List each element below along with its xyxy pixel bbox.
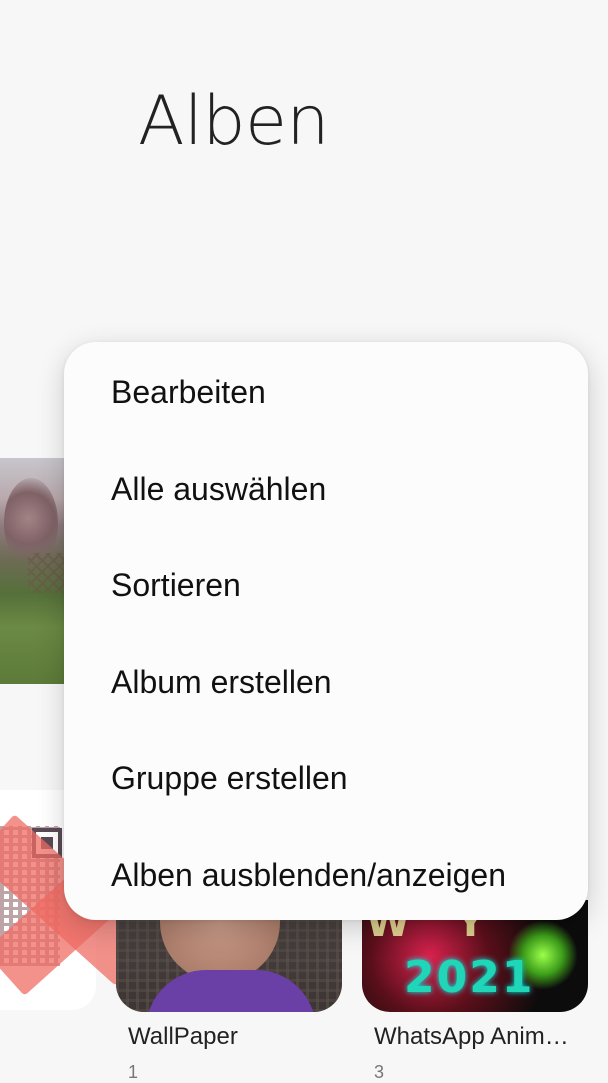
menu-item-hide-show-albums[interactable]: Alben ausblenden/anzeigen [64, 827, 588, 923]
fence-image [28, 553, 64, 593]
page-title: Alben [138, 82, 330, 161]
album-name[interactable]: WallPaper [128, 1023, 238, 1051]
menu-item-select-all[interactable]: Alle auswählen [64, 441, 588, 537]
overflow-menu: Bearbeiten Alle auswählen Sortieren Albu… [64, 342, 588, 920]
menu-item-create-album[interactable]: Album erstellen [64, 634, 588, 730]
menu-item-sort[interactable]: Sortieren [64, 537, 588, 633]
menu-item-create-group[interactable]: Gruppe erstellen [64, 730, 588, 826]
menu-item-edit[interactable]: Bearbeiten [64, 344, 588, 440]
album-thumbnail-garden[interactable] [0, 458, 64, 684]
year-text: 2021 [404, 952, 535, 1003]
album-name[interactable]: WhatsApp Anim… [374, 1023, 569, 1051]
